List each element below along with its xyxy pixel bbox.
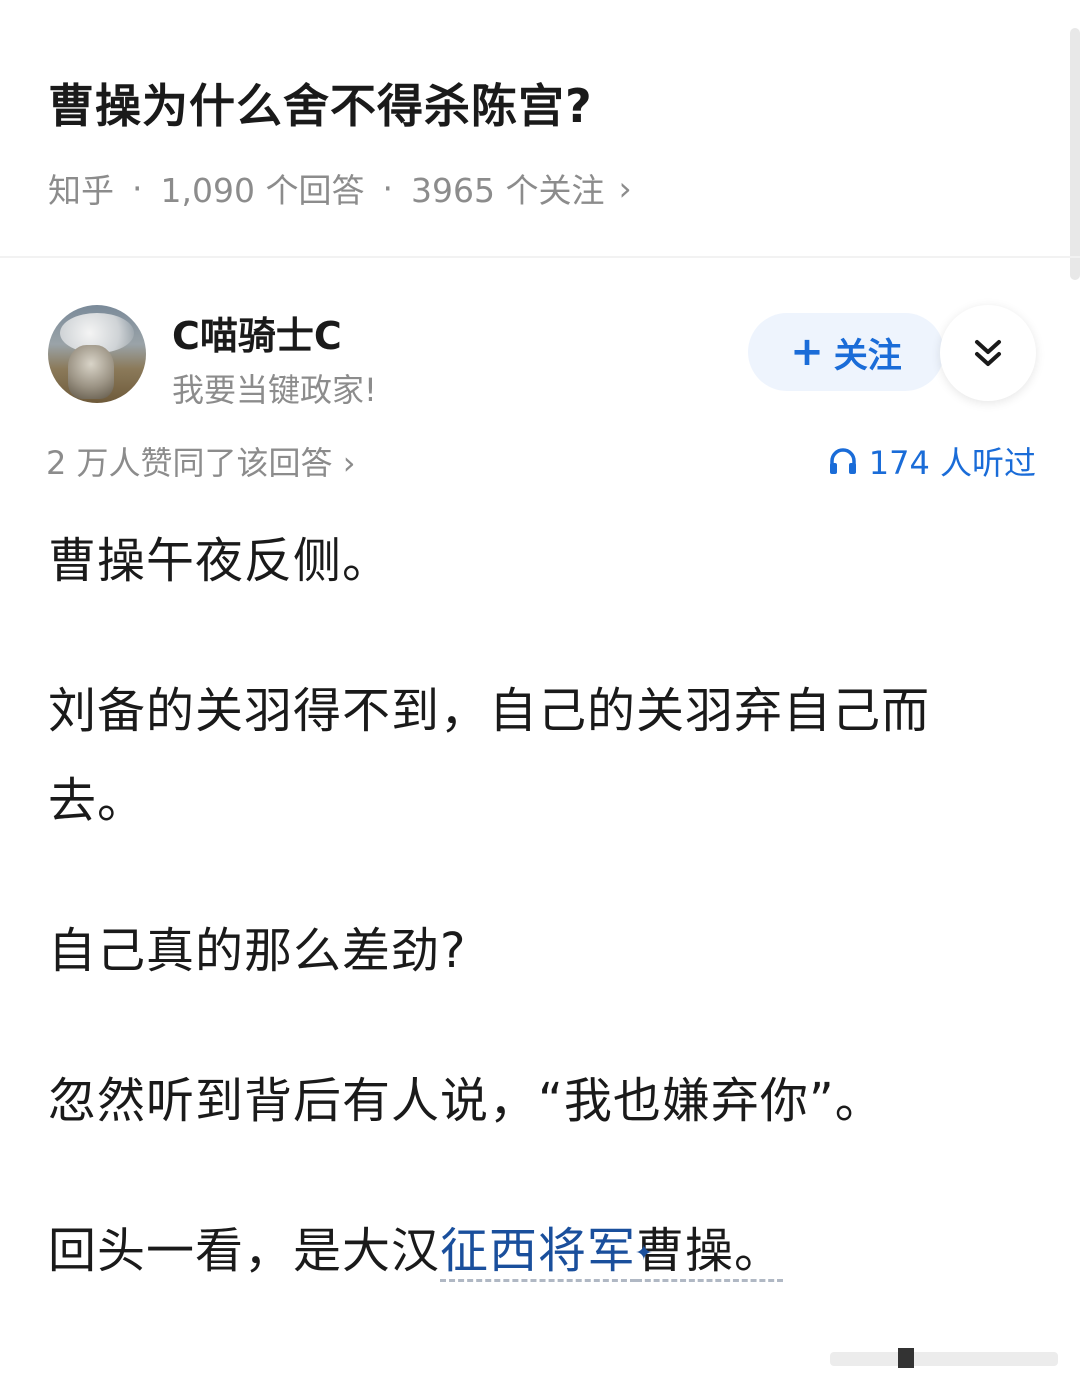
question-header: 曹操为什么舍不得杀陈宫? 知乎 · 1,090 个回答 · 3965 个关注 ›	[48, 74, 1040, 212]
answers-count: 1,090 个回答	[160, 171, 365, 210]
author-row: C喵骑士C 我要当键政家! + 关注	[48, 305, 1036, 409]
expand-more-button[interactable]	[940, 305, 1036, 401]
likes-count[interactable]: 2 万人赞同了该回答 ›	[46, 438, 356, 484]
author-bio: 我要当键政家!	[172, 371, 377, 409]
separator-dot: ·	[382, 168, 393, 208]
divider	[0, 256, 1080, 258]
answer-paragraph: 回头一看，是大汉征西将军 ✦ 曹操。	[48, 1206, 1020, 1296]
follow-label: 关注	[833, 335, 902, 376]
answer-paragraph: 曹操午夜反侧。	[48, 533, 392, 589]
follow-button[interactable]: + 关注	[748, 313, 944, 391]
double-chevron-down-icon	[975, 340, 1001, 366]
stats-row: 2 万人赞同了该回答 › 174 人听过	[46, 438, 1036, 484]
answer-paragraph: 刘备的关羽得不到，自己的关羽弃自己而去。	[48, 683, 931, 829]
bottom-scroll-indicator	[830, 1348, 1058, 1368]
avatar-cat	[68, 345, 114, 399]
avatar[interactable]	[48, 305, 146, 403]
paragraph-text: 回头一看，是大汉	[48, 1223, 441, 1279]
sparkle-icon: ✦	[634, 1241, 655, 1266]
author-name[interactable]: C喵骑士C	[172, 305, 342, 360]
listen-count[interactable]: 174 人听过	[827, 438, 1036, 484]
answer-paragraph: 忽然听到背后有人说，“我也嫌弃你”。	[48, 1073, 884, 1129]
listen-label: 174 人听过	[868, 444, 1036, 482]
scroll-thumb[interactable]	[898, 1348, 914, 1368]
keyword-link-text: 征西将军	[440, 1223, 637, 1279]
plus-icon: +	[790, 329, 824, 375]
chevron-right-icon: ›	[618, 168, 632, 208]
answer-paragraph: 自己真的那么差劲?	[48, 923, 467, 979]
keyword-link[interactable]: 征西将军 ✦	[440, 1223, 653, 1282]
question-title[interactable]: 曹操为什么舍不得杀陈宫?	[48, 74, 1040, 138]
source-label: 知乎	[48, 171, 114, 210]
headphones-icon	[829, 448, 856, 474]
separator-dot: ·	[132, 168, 143, 208]
question-meta[interactable]: 知乎 · 1,090 个回答 · 3965 个关注 ›	[48, 164, 1040, 212]
scrollbar[interactable]	[1070, 28, 1080, 280]
answer-content: 曹操午夜反侧。 刘备的关羽得不到，自己的关羽弃自己而去。 自己真的那么差劲? 忽…	[48, 516, 1020, 1356]
paragraph-text: 曹操。	[636, 1223, 784, 1282]
followers-count: 3965 个关注	[410, 171, 605, 210]
